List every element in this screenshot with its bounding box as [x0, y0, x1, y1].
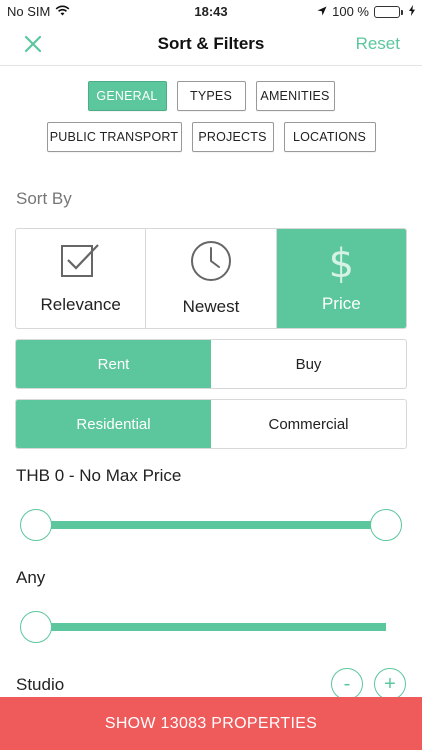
commercial-option[interactable]: Commercial: [211, 400, 406, 448]
sort-option-relevance[interactable]: Relevance: [16, 229, 147, 328]
price-min-handle[interactable]: [20, 509, 52, 541]
minus-icon: -: [343, 672, 351, 695]
sort-by-label: Sort By: [16, 189, 72, 208]
location-arrow-icon: [317, 4, 327, 19]
property-category-toggle: Residential Commercial: [15, 399, 407, 449]
size-handle[interactable]: [20, 611, 52, 643]
price-range-slider[interactable]: [20, 509, 402, 541]
sort-option-label: Price: [321, 293, 361, 313]
clock-icon: [190, 240, 232, 287]
status-bar: No SIM 18:43 100 %: [0, 0, 422, 22]
size-label: Any: [16, 568, 46, 587]
sort-option-label: Newest: [182, 297, 240, 316]
tab-general[interactable]: GENERAL: [87, 81, 167, 111]
price-range-label: THB 0 - No Max Price: [16, 466, 182, 485]
tab-public-transport[interactable]: PUBLIC TRANSPORT: [46, 122, 182, 152]
filter-tabs-row-2: PUBLIC TRANSPORT PROJECTS LOCATIONS: [0, 122, 422, 152]
charging-icon: [409, 4, 415, 19]
sort-options: Relevance Newest $ Price: [15, 228, 407, 329]
checkbox-icon: [60, 242, 102, 285]
bedrooms-label: Studio: [16, 675, 65, 694]
nav-bar: Sort & Filters Reset: [0, 22, 422, 66]
tab-amenities[interactable]: AMENITIES: [255, 81, 335, 111]
slider-track: [36, 521, 386, 529]
tab-types[interactable]: TYPES: [176, 81, 246, 111]
dollar-icon: $: [328, 240, 355, 287]
residential-option[interactable]: Residential: [16, 400, 211, 448]
sort-option-price[interactable]: $ Price: [276, 229, 406, 328]
listing-type-toggle: Rent Buy: [15, 339, 407, 389]
plus-icon: +: [384, 672, 396, 695]
sort-option-label: Relevance: [40, 295, 121, 314]
show-properties-button[interactable]: SHOW 13083 PROPERTIES: [0, 697, 422, 750]
battery-icon: [374, 5, 403, 18]
rent-option[interactable]: Rent: [16, 340, 211, 388]
tab-locations[interactable]: LOCATIONS: [283, 122, 376, 152]
sort-option-newest[interactable]: Newest: [146, 229, 277, 328]
reset-button[interactable]: Reset: [356, 34, 400, 54]
battery-percent: 100 %: [332, 4, 369, 19]
filter-tabs-row-1: GENERAL TYPES AMENITIES: [0, 81, 422, 111]
tab-projects[interactable]: PROJECTS: [191, 122, 274, 152]
price-max-handle[interactable]: [370, 509, 402, 541]
buy-option[interactable]: Buy: [211, 340, 406, 388]
bedrooms-increment-button[interactable]: +: [374, 668, 406, 700]
slider-track: [36, 623, 386, 631]
bedrooms-decrement-button[interactable]: -: [331, 668, 363, 700]
size-slider[interactable]: [20, 611, 402, 643]
